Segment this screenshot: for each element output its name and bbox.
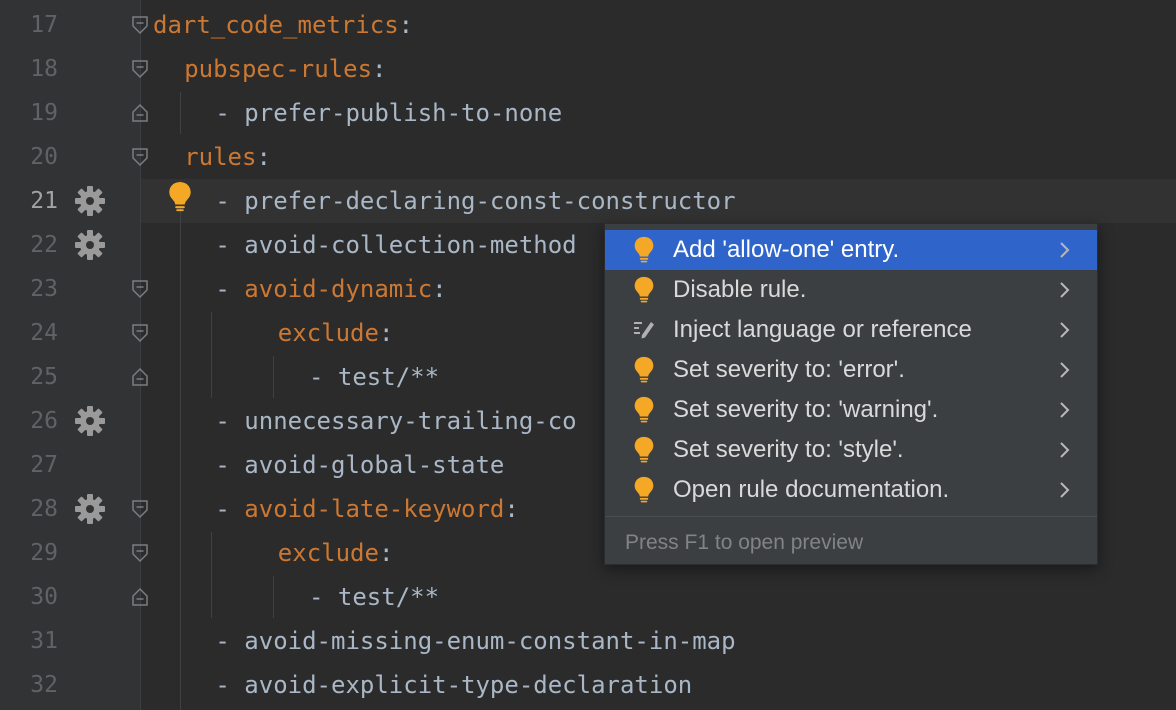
action-label: Set severity to: 'error'. bbox=[673, 356, 905, 383]
editor-line[interactable]: 18 pubspec-rules: bbox=[0, 47, 1176, 91]
bulb-icon bbox=[634, 396, 654, 423]
chevron-right-icon[interactable] bbox=[1059, 442, 1071, 458]
chevron-right-icon[interactable] bbox=[1059, 362, 1071, 378]
fold-marker-icon[interactable] bbox=[131, 59, 149, 79]
chevron-right-icon[interactable] bbox=[1059, 482, 1071, 498]
code-text: - avoid-explicit-type-declaration bbox=[215, 671, 693, 699]
intention-actions-popup: Press F1 to open preview Add 'allow-one'… bbox=[604, 223, 1098, 565]
editor-line[interactable]: 32 - avoid-explicit-type-declaration bbox=[0, 663, 1176, 707]
code-text: - avoid-collection-method bbox=[215, 231, 577, 259]
line-number: 21 bbox=[30, 188, 58, 214]
line-number: 22 bbox=[30, 232, 58, 258]
chevron-right-icon[interactable] bbox=[1059, 322, 1071, 338]
fold-marker-icon[interactable] bbox=[131, 323, 149, 343]
line-number: 19 bbox=[30, 100, 58, 126]
action-label: Add 'allow-one' entry. bbox=[673, 236, 900, 263]
action-label: Set severity to: 'style'. bbox=[673, 436, 904, 463]
editor-line[interactable]: 21 - prefer-declaring-const-constructor bbox=[0, 179, 1176, 223]
code-text: - unnecessary-trailing-co bbox=[215, 407, 577, 435]
line-number: 26 bbox=[30, 408, 58, 434]
chevron-right-icon[interactable] bbox=[1059, 282, 1071, 298]
intention-action-item[interactable]: Set severity to: 'style'. bbox=[605, 430, 1097, 470]
line-number: 29 bbox=[30, 540, 58, 566]
code-text: - avoid-dynamic: bbox=[215, 275, 447, 303]
code-text: dart_code_metrics: bbox=[153, 11, 414, 39]
chevron-right-icon[interactable] bbox=[1059, 242, 1071, 258]
action-label: Open rule documentation. bbox=[673, 476, 950, 503]
line-number: 28 bbox=[30, 496, 58, 522]
bulb-icon bbox=[634, 236, 654, 263]
editor-line[interactable]: 30 - test/** bbox=[0, 575, 1176, 619]
edit-pen-icon bbox=[634, 322, 654, 339]
line-number: 24 bbox=[30, 320, 58, 346]
line-number: 20 bbox=[30, 144, 58, 170]
line-number: 17 bbox=[30, 12, 58, 38]
intention-action-item[interactable]: Inject language or reference bbox=[605, 310, 1097, 350]
code-text: - prefer-declaring-const-constructor bbox=[215, 187, 736, 215]
code-text: - avoid-global-state bbox=[215, 451, 505, 479]
code-text: pubspec-rules: bbox=[184, 55, 387, 83]
code-text: - prefer-publish-to-none bbox=[215, 99, 563, 127]
gear-icon[interactable] bbox=[74, 229, 106, 261]
intention-action-item[interactable]: Set severity to: 'warning'. bbox=[605, 390, 1097, 430]
popup-divider bbox=[605, 516, 1097, 517]
gear-icon[interactable] bbox=[74, 493, 106, 525]
bulb-icon bbox=[634, 356, 654, 383]
action-label: Disable rule. bbox=[673, 276, 807, 303]
code-text: rules: bbox=[184, 143, 271, 171]
editor-line[interactable]: 17 dart_code_metrics: bbox=[0, 3, 1176, 47]
action-label: Set severity to: 'warning'. bbox=[673, 396, 939, 423]
gear-icon[interactable] bbox=[74, 185, 106, 217]
line-number: 18 bbox=[30, 56, 58, 82]
fold-end-marker-icon[interactable] bbox=[131, 103, 149, 123]
bulb-icon bbox=[634, 476, 654, 503]
line-number: 31 bbox=[30, 628, 58, 654]
code-text: - test/** bbox=[309, 583, 440, 611]
chevron-right-icon[interactable] bbox=[1059, 402, 1071, 418]
fold-marker-icon[interactable] bbox=[131, 15, 149, 35]
line-number: 25 bbox=[30, 364, 58, 390]
fold-marker-icon[interactable] bbox=[131, 279, 149, 299]
line-number: 27 bbox=[30, 452, 58, 478]
intention-action-item[interactable]: Add 'allow-one' entry. bbox=[605, 230, 1097, 270]
fold-marker-icon[interactable] bbox=[131, 543, 149, 563]
editor-line[interactable]: 20 rules: bbox=[0, 135, 1176, 179]
bulb-icon bbox=[634, 276, 654, 303]
fold-end-marker-icon[interactable] bbox=[131, 587, 149, 607]
fold-end-marker-icon[interactable] bbox=[131, 367, 149, 387]
code-text: exclude: bbox=[277, 539, 394, 567]
action-label: Inject language or reference bbox=[673, 316, 972, 343]
intention-action-item[interactable]: Disable rule. bbox=[605, 270, 1097, 310]
bulb-icon[interactable] bbox=[167, 181, 193, 213]
code-text: - avoid-missing-enum-constant-in-map bbox=[215, 627, 736, 655]
code-text: exclude: bbox=[277, 319, 394, 347]
line-number: 32 bbox=[30, 672, 58, 698]
gear-icon[interactable] bbox=[74, 405, 106, 437]
popup-hint: Press F1 to open preview bbox=[625, 531, 864, 554]
intention-action-item[interactable]: Set severity to: 'error'. bbox=[605, 350, 1097, 390]
bulb-icon bbox=[634, 436, 654, 463]
line-number: 23 bbox=[30, 276, 58, 302]
intention-action-item[interactable]: Open rule documentation. bbox=[605, 470, 1097, 510]
fold-marker-icon[interactable] bbox=[131, 147, 149, 167]
code-text: - test/** bbox=[309, 363, 440, 391]
code-text: - avoid-late-keyword: bbox=[215, 495, 519, 523]
editor-line[interactable]: 31 - avoid-missing-enum-constant-in-map bbox=[0, 619, 1176, 663]
fold-marker-icon[interactable] bbox=[131, 499, 149, 519]
line-number: 30 bbox=[30, 584, 58, 610]
editor-line[interactable]: 19 - prefer-publish-to-none bbox=[0, 91, 1176, 135]
